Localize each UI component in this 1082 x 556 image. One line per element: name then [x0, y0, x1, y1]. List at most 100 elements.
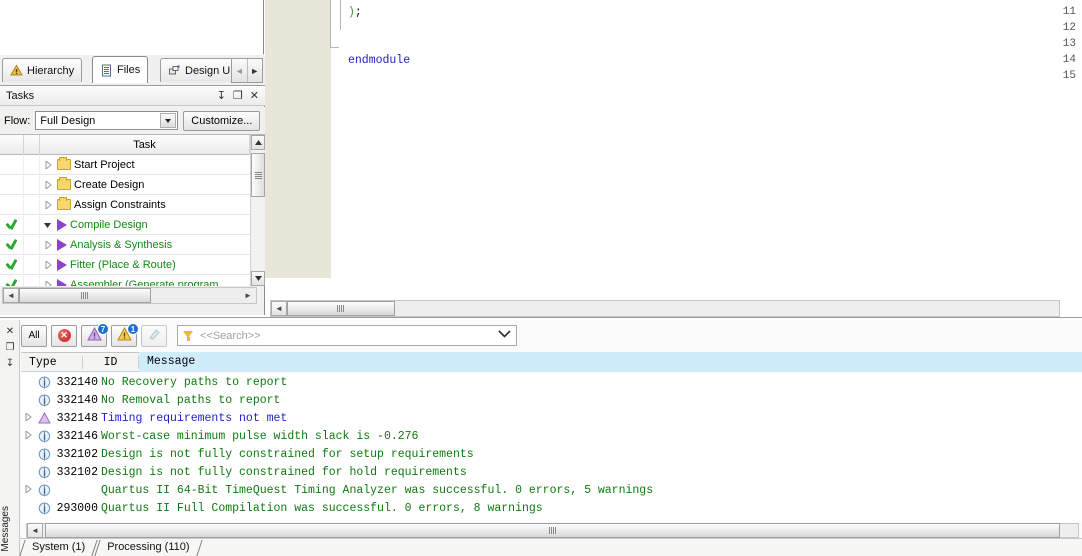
task-name-cell[interactable]: Analysis & Synthesis — [40, 235, 265, 255]
messages-hscroll-left-icon[interactable]: ◄ — [27, 523, 43, 538]
task-spacer-cell — [24, 274, 40, 286]
customize-button[interactable]: Customize... — [183, 110, 261, 131]
task-header-task-col[interactable]: Task — [40, 135, 250, 155]
task-name-cell[interactable]: Compile Design — [40, 215, 265, 235]
message-row[interactable]: 293000 Quartus II Full Compilation was su… — [21, 499, 1082, 517]
chevron-down-icon[interactable] — [160, 113, 177, 128]
task-hscroll-right-icon[interactable]: ► — [240, 288, 256, 303]
task-scroll-down-icon[interactable] — [251, 271, 265, 286]
task-row[interactable]: Assembler (Generate program — [0, 274, 265, 286]
pin-icon[interactable]: ↧ — [217, 90, 226, 102]
tab-scroll-right-icon[interactable]: ► — [248, 59, 263, 82]
filter-warnings-button[interactable]: 1 — [111, 322, 139, 347]
tab-scroll-left-icon[interactable]: ◄ — [232, 59, 248, 82]
message-row[interactable]: 332102 Design is not fully constrained fo… — [21, 445, 1082, 463]
task-name-cell[interactable]: Assembler (Generate program — [40, 275, 265, 286]
task-row[interactable]: Start Project — [0, 154, 265, 175]
messages-tabbar: System (1) Processing (110) — [20, 538, 1082, 556]
chevron-down-icon[interactable] — [42, 221, 54, 229]
task-name-cell[interactable]: Fitter (Place & Route) — [40, 255, 265, 275]
tab-files[interactable]: Files — [92, 56, 149, 83]
messages-list[interactable]: 332140 No Recovery paths to report 332140 N… — [21, 373, 1082, 522]
message-row[interactable]: 332140 No Removal paths to report — [21, 391, 1082, 409]
chevron-right-icon[interactable] — [42, 280, 54, 286]
editor-brace-guide-horizontal — [330, 47, 339, 48]
tab-hierarchy-label: Hierarchy — [27, 64, 75, 77]
tabstrip-scroll-buttons[interactable]: ◄ ► — [231, 58, 263, 83]
chevron-right-icon[interactable] — [42, 200, 54, 209]
play-icon — [57, 258, 67, 271]
project-navigator-panel — [0, 0, 264, 55]
editor-code-area[interactable]: ); endmodule — [340, 0, 1082, 278]
task-row[interactable]: Create Design — [0, 174, 265, 195]
warning-badge: 1 — [127, 322, 139, 335]
editor-hscroll-left-icon[interactable]: ◄ — [271, 301, 287, 316]
error-icon: ✕ — [57, 329, 71, 342]
task-name-cell[interactable]: Assign Constraints — [40, 195, 265, 215]
filter-info-button[interactable] — [141, 324, 167, 347]
info-icon — [35, 501, 53, 515]
play-icon — [57, 278, 67, 286]
chevron-right-icon[interactable] — [42, 240, 54, 249]
chevron-down-icon[interactable] — [498, 330, 511, 341]
message-row[interactable]: Quartus II 64-Bit TimeQuest Timing Analy… — [21, 481, 1082, 499]
restore-icon[interactable]: ❐ — [233, 90, 243, 102]
task-spacer-cell — [24, 154, 40, 175]
task-label: Analysis & Synthesis — [70, 238, 173, 251]
messages-tab[interactable]: Processing (110) — [95, 538, 199, 556]
pin-icon[interactable]: ↧ — [0, 355, 20, 371]
filter-all-label: All — [28, 330, 40, 341]
task-row[interactable]: Fitter (Place & Route) — [0, 254, 265, 275]
task-scroll-up-icon[interactable] — [251, 135, 265, 150]
message-row[interactable]: 332146 Worst-case minimum pulse width sla… — [21, 427, 1082, 445]
restore-icon[interactable]: ❐ — [0, 339, 20, 355]
editor-hscrollbar[interactable]: ◄ — [270, 300, 1060, 317]
task-name-cell[interactable]: Create Design — [40, 175, 265, 195]
task-label: Assign Constraints — [74, 198, 166, 211]
task-hscroll-thumb[interactable] — [19, 288, 151, 303]
editor-hscroll-thumb[interactable] — [287, 301, 395, 316]
message-row[interactable]: 332102 Design is not fully constrained fo… — [21, 463, 1082, 481]
task-scroll-thumb[interactable] — [251, 153, 265, 197]
messages-tab[interactable]: System (1) — [20, 538, 95, 556]
message-row[interactable]: 332140 No Recovery paths to report — [21, 373, 1082, 391]
filter-all-button[interactable]: All — [21, 324, 47, 347]
task-table-vscrollbar[interactable] — [250, 135, 265, 286]
task-status-cell — [0, 274, 24, 286]
column-header-id[interactable]: ID — [83, 355, 139, 369]
messages-hscroll-thumb[interactable] — [45, 523, 1060, 538]
task-label: Fitter (Place & Route) — [70, 258, 176, 271]
chevron-right-icon[interactable] — [21, 483, 35, 496]
search-input[interactable]: <<Search>> — [177, 325, 517, 346]
task-row[interactable]: Analysis & Synthesis — [0, 234, 265, 255]
messages-tab-label: Processing (110) — [107, 541, 190, 553]
chevron-right-icon[interactable] — [21, 429, 35, 442]
filter-critical-warnings-button[interactable]: 7 — [81, 322, 109, 347]
chevron-right-icon[interactable] — [21, 411, 35, 424]
tab-hierarchy[interactable]: Hierarchy — [2, 58, 83, 82]
punctuation-token: ) — [348, 6, 355, 19]
chevron-right-icon[interactable] — [42, 260, 54, 269]
messages-hscrollbar[interactable]: ◄ — [26, 523, 1079, 538]
task-row[interactable]: Compile Design — [0, 214, 265, 235]
task-name-cell[interactable]: Start Project — [40, 155, 265, 175]
task-row[interactable]: Assign Constraints — [0, 194, 265, 215]
chevron-right-icon[interactable] — [42, 160, 54, 169]
task-hscroll-left-icon[interactable]: ◄ — [3, 288, 19, 303]
editor-line-number: 13 — [1062, 38, 1076, 50]
task-status-cell — [0, 154, 24, 175]
punctuation-token-2: ; — [354, 6, 362, 19]
message-row[interactable]: 332148 Timing requirements not met — [21, 409, 1082, 427]
check-icon — [5, 259, 18, 270]
chevron-right-icon[interactable] — [42, 180, 54, 189]
task-header-blank-col — [24, 135, 40, 155]
column-header-type[interactable]: Type — [21, 355, 83, 369]
tasks-panel-title: Tasks — [6, 90, 35, 102]
filter-errors-button[interactable]: ✕ — [51, 324, 77, 347]
column-header-message[interactable]: Message — [139, 352, 1082, 372]
close-icon[interactable]: ✕ — [250, 90, 259, 102]
close-icon[interactable]: ✕ — [0, 323, 20, 339]
panel-splitter[interactable] — [0, 317, 1082, 318]
task-table-hscrollbar[interactable]: ◄ ► — [2, 287, 257, 304]
flow-select[interactable]: Full Design — [35, 111, 179, 130]
